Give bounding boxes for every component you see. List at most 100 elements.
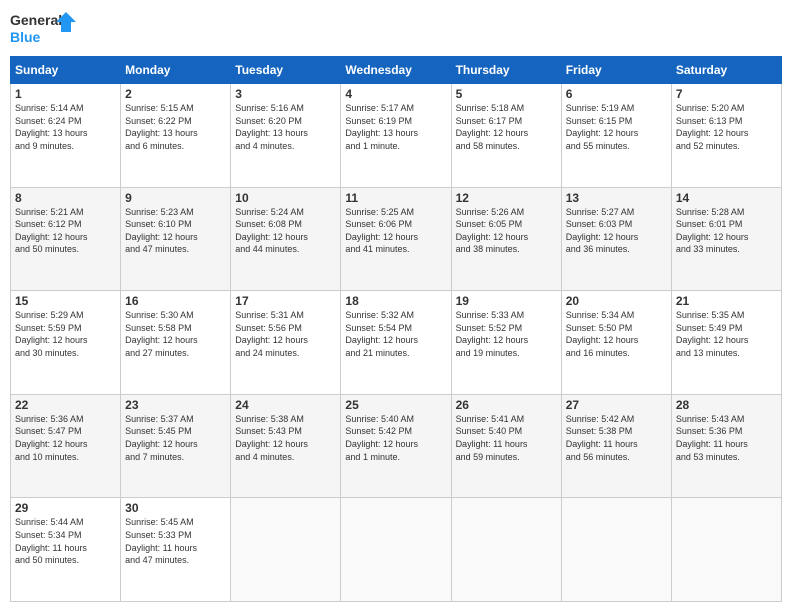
calendar-empty <box>231 498 341 602</box>
calendar-day-13: 13Sunrise: 5:27 AMSunset: 6:03 PMDayligh… <box>561 187 671 291</box>
calendar-day-14: 14Sunrise: 5:28 AMSunset: 6:01 PMDayligh… <box>671 187 781 291</box>
day-number: 21 <box>676 294 777 308</box>
day-number: 7 <box>676 87 777 101</box>
logo: General Blue <box>10 10 80 48</box>
day-number: 19 <box>456 294 557 308</box>
day-number: 29 <box>15 501 116 515</box>
page: General Blue SundayMondayTuesdayWednesda… <box>0 0 792 612</box>
day-info: Sunrise: 5:35 AMSunset: 5:49 PMDaylight:… <box>676 309 777 359</box>
day-info: Sunrise: 5:26 AMSunset: 6:05 PMDaylight:… <box>456 206 557 256</box>
day-info: Sunrise: 5:32 AMSunset: 5:54 PMDaylight:… <box>345 309 446 359</box>
day-info: Sunrise: 5:45 AMSunset: 5:33 PMDaylight:… <box>125 516 226 566</box>
day-info: Sunrise: 5:14 AMSunset: 6:24 PMDaylight:… <box>15 102 116 152</box>
day-info: Sunrise: 5:37 AMSunset: 5:45 PMDaylight:… <box>125 413 226 463</box>
calendar-table: SundayMondayTuesdayWednesdayThursdayFrid… <box>10 56 782 602</box>
day-info: Sunrise: 5:40 AMSunset: 5:42 PMDaylight:… <box>345 413 446 463</box>
calendar-day-5: 5Sunrise: 5:18 AMSunset: 6:17 PMDaylight… <box>451 84 561 188</box>
day-number: 23 <box>125 398 226 412</box>
day-info: Sunrise: 5:24 AMSunset: 6:08 PMDaylight:… <box>235 206 336 256</box>
calendar-header-tuesday: Tuesday <box>231 57 341 84</box>
calendar-day-23: 23Sunrise: 5:37 AMSunset: 5:45 PMDayligh… <box>121 394 231 498</box>
day-number: 4 <box>345 87 446 101</box>
day-info: Sunrise: 5:18 AMSunset: 6:17 PMDaylight:… <box>456 102 557 152</box>
day-number: 14 <box>676 191 777 205</box>
calendar-header-wednesday: Wednesday <box>341 57 451 84</box>
day-number: 26 <box>456 398 557 412</box>
calendar-empty <box>671 498 781 602</box>
calendar-day-11: 11Sunrise: 5:25 AMSunset: 6:06 PMDayligh… <box>341 187 451 291</box>
day-number: 10 <box>235 191 336 205</box>
svg-text:Blue: Blue <box>10 29 41 45</box>
day-number: 22 <box>15 398 116 412</box>
day-number: 1 <box>15 87 116 101</box>
calendar-week-4: 22Sunrise: 5:36 AMSunset: 5:47 PMDayligh… <box>11 394 782 498</box>
day-info: Sunrise: 5:17 AMSunset: 6:19 PMDaylight:… <box>345 102 446 152</box>
calendar-week-2: 8Sunrise: 5:21 AMSunset: 6:12 PMDaylight… <box>11 187 782 291</box>
day-info: Sunrise: 5:23 AMSunset: 6:10 PMDaylight:… <box>125 206 226 256</box>
calendar-day-25: 25Sunrise: 5:40 AMSunset: 5:42 PMDayligh… <box>341 394 451 498</box>
calendar-day-16: 16Sunrise: 5:30 AMSunset: 5:58 PMDayligh… <box>121 291 231 395</box>
calendar-header-saturday: Saturday <box>671 57 781 84</box>
day-number: 15 <box>15 294 116 308</box>
calendar-empty <box>561 498 671 602</box>
calendar-day-9: 9Sunrise: 5:23 AMSunset: 6:10 PMDaylight… <box>121 187 231 291</box>
day-number: 16 <box>125 294 226 308</box>
calendar-day-28: 28Sunrise: 5:43 AMSunset: 5:36 PMDayligh… <box>671 394 781 498</box>
calendar-day-3: 3Sunrise: 5:16 AMSunset: 6:20 PMDaylight… <box>231 84 341 188</box>
day-info: Sunrise: 5:41 AMSunset: 5:40 PMDaylight:… <box>456 413 557 463</box>
calendar-day-15: 15Sunrise: 5:29 AMSunset: 5:59 PMDayligh… <box>11 291 121 395</box>
day-number: 6 <box>566 87 667 101</box>
day-info: Sunrise: 5:44 AMSunset: 5:34 PMDaylight:… <box>15 516 116 566</box>
calendar-day-10: 10Sunrise: 5:24 AMSunset: 6:08 PMDayligh… <box>231 187 341 291</box>
day-info: Sunrise: 5:16 AMSunset: 6:20 PMDaylight:… <box>235 102 336 152</box>
logo-icon: General Blue <box>10 10 80 48</box>
calendar-day-26: 26Sunrise: 5:41 AMSunset: 5:40 PMDayligh… <box>451 394 561 498</box>
calendar-day-30: 30Sunrise: 5:45 AMSunset: 5:33 PMDayligh… <box>121 498 231 602</box>
day-number: 17 <box>235 294 336 308</box>
day-number: 28 <box>676 398 777 412</box>
day-number: 25 <box>345 398 446 412</box>
calendar-day-29: 29Sunrise: 5:44 AMSunset: 5:34 PMDayligh… <box>11 498 121 602</box>
calendar-day-22: 22Sunrise: 5:36 AMSunset: 5:47 PMDayligh… <box>11 394 121 498</box>
calendar-header-friday: Friday <box>561 57 671 84</box>
calendar-week-3: 15Sunrise: 5:29 AMSunset: 5:59 PMDayligh… <box>11 291 782 395</box>
day-number: 11 <box>345 191 446 205</box>
day-info: Sunrise: 5:43 AMSunset: 5:36 PMDaylight:… <box>676 413 777 463</box>
day-number: 18 <box>345 294 446 308</box>
calendar-day-4: 4Sunrise: 5:17 AMSunset: 6:19 PMDaylight… <box>341 84 451 188</box>
calendar-day-18: 18Sunrise: 5:32 AMSunset: 5:54 PMDayligh… <box>341 291 451 395</box>
calendar-day-6: 6Sunrise: 5:19 AMSunset: 6:15 PMDaylight… <box>561 84 671 188</box>
day-info: Sunrise: 5:15 AMSunset: 6:22 PMDaylight:… <box>125 102 226 152</box>
calendar-day-17: 17Sunrise: 5:31 AMSunset: 5:56 PMDayligh… <box>231 291 341 395</box>
calendar-empty <box>451 498 561 602</box>
calendar-day-24: 24Sunrise: 5:38 AMSunset: 5:43 PMDayligh… <box>231 394 341 498</box>
day-info: Sunrise: 5:20 AMSunset: 6:13 PMDaylight:… <box>676 102 777 152</box>
calendar-day-7: 7Sunrise: 5:20 AMSunset: 6:13 PMDaylight… <box>671 84 781 188</box>
calendar-day-20: 20Sunrise: 5:34 AMSunset: 5:50 PMDayligh… <box>561 291 671 395</box>
calendar-day-27: 27Sunrise: 5:42 AMSunset: 5:38 PMDayligh… <box>561 394 671 498</box>
calendar-day-12: 12Sunrise: 5:26 AMSunset: 6:05 PMDayligh… <box>451 187 561 291</box>
calendar-empty <box>341 498 451 602</box>
day-info: Sunrise: 5:19 AMSunset: 6:15 PMDaylight:… <box>566 102 667 152</box>
day-number: 24 <box>235 398 336 412</box>
day-info: Sunrise: 5:28 AMSunset: 6:01 PMDaylight:… <box>676 206 777 256</box>
day-info: Sunrise: 5:29 AMSunset: 5:59 PMDaylight:… <box>15 309 116 359</box>
day-info: Sunrise: 5:34 AMSunset: 5:50 PMDaylight:… <box>566 309 667 359</box>
calendar-header-row: SundayMondayTuesdayWednesdayThursdayFrid… <box>11 57 782 84</box>
day-number: 9 <box>125 191 226 205</box>
calendar-week-1: 1Sunrise: 5:14 AMSunset: 6:24 PMDaylight… <box>11 84 782 188</box>
calendar-week-5: 29Sunrise: 5:44 AMSunset: 5:34 PMDayligh… <box>11 498 782 602</box>
day-info: Sunrise: 5:42 AMSunset: 5:38 PMDaylight:… <box>566 413 667 463</box>
calendar-day-21: 21Sunrise: 5:35 AMSunset: 5:49 PMDayligh… <box>671 291 781 395</box>
day-number: 13 <box>566 191 667 205</box>
day-number: 27 <box>566 398 667 412</box>
day-number: 30 <box>125 501 226 515</box>
calendar-header-monday: Monday <box>121 57 231 84</box>
calendar-day-2: 2Sunrise: 5:15 AMSunset: 6:22 PMDaylight… <box>121 84 231 188</box>
day-number: 3 <box>235 87 336 101</box>
calendar-day-8: 8Sunrise: 5:21 AMSunset: 6:12 PMDaylight… <box>11 187 121 291</box>
day-info: Sunrise: 5:27 AMSunset: 6:03 PMDaylight:… <box>566 206 667 256</box>
day-info: Sunrise: 5:25 AMSunset: 6:06 PMDaylight:… <box>345 206 446 256</box>
calendar-header-sunday: Sunday <box>11 57 121 84</box>
day-info: Sunrise: 5:31 AMSunset: 5:56 PMDaylight:… <box>235 309 336 359</box>
